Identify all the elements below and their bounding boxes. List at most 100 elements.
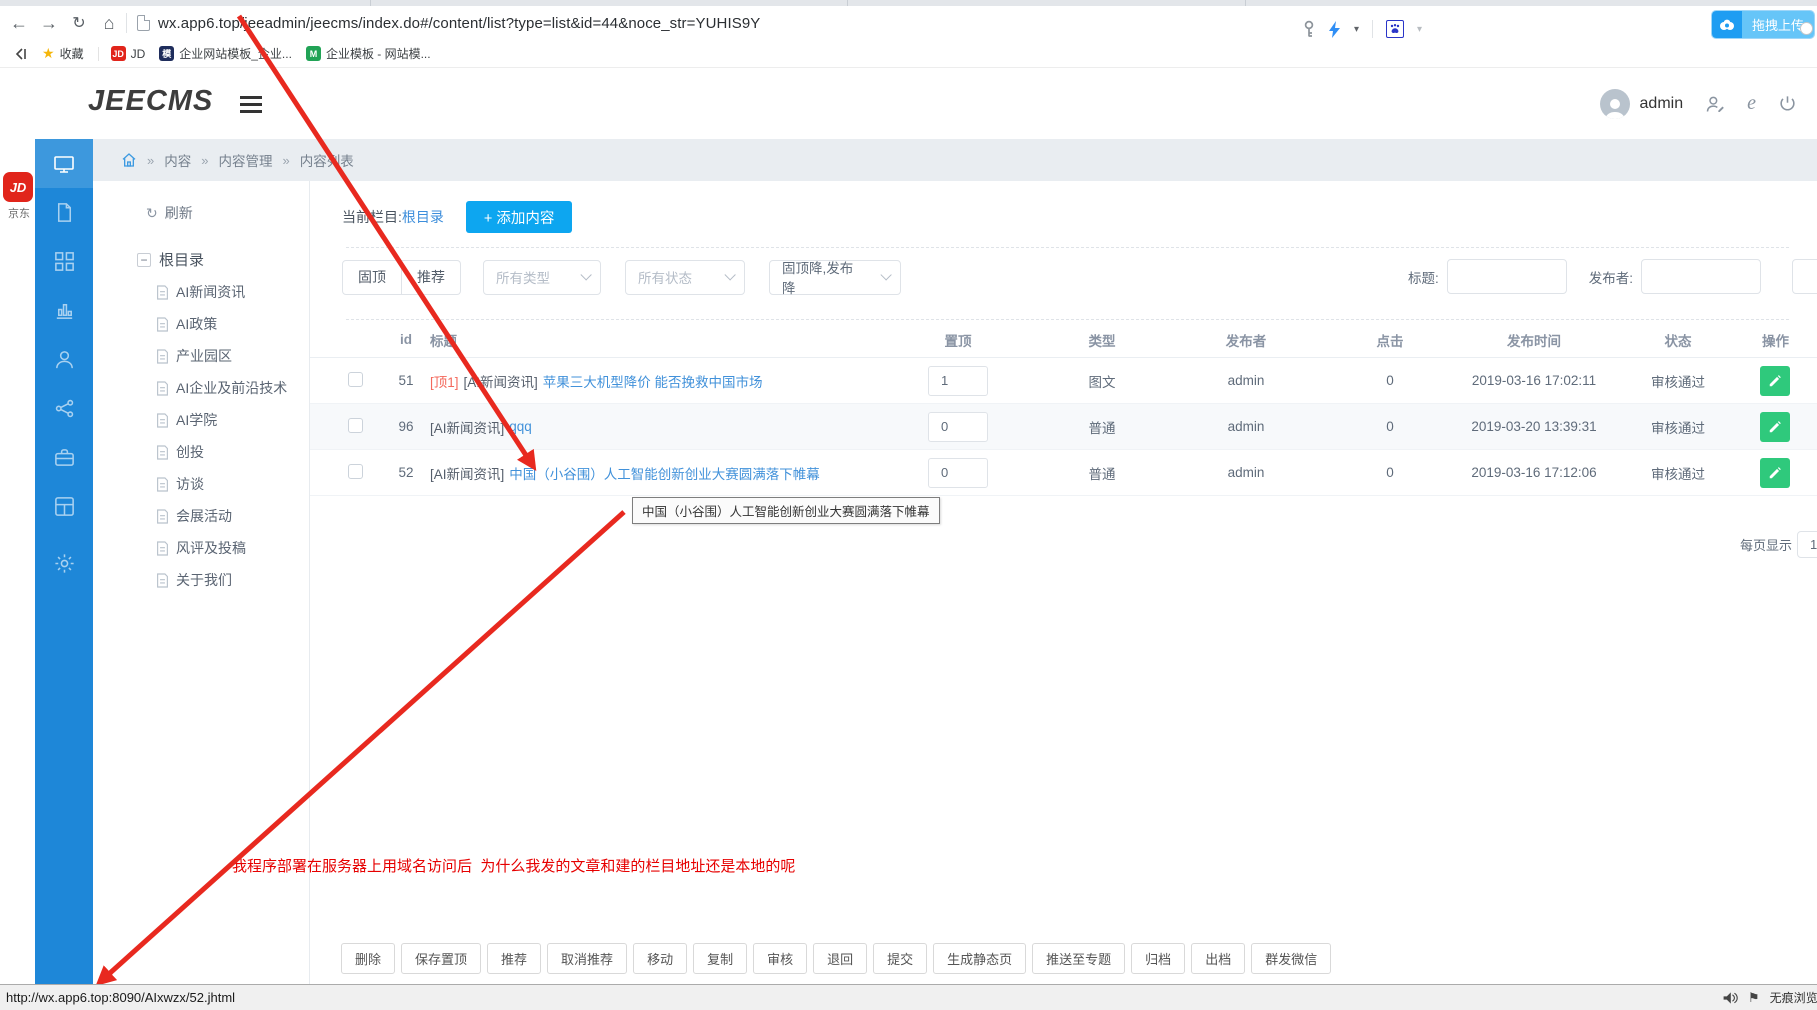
sidebar-item-share[interactable] (35, 384, 93, 433)
save-top-button[interactable]: 保存置顶 (401, 943, 482, 974)
power-icon[interactable] (1778, 94, 1797, 113)
avatar[interactable] (1599, 88, 1630, 119)
copy-button[interactable]: 复制 (693, 943, 748, 974)
audit-button[interactable]: 审核 (753, 943, 808, 974)
content-title-link[interactable]: qqq (509, 419, 532, 434)
edit-button[interactable] (1760, 411, 1790, 442)
browser-e-icon[interactable]: e (1747, 92, 1756, 115)
sidebar-item-users[interactable] (35, 335, 93, 384)
bookmark-template1[interactable]: 模 企业网站模板_企业... (159, 45, 292, 62)
category-tag: [AI新闻资讯] (463, 374, 538, 390)
edit-button[interactable] (1760, 365, 1790, 396)
username-label[interactable]: admin (1640, 95, 1684, 113)
jd-badge: JD (3, 172, 33, 202)
home-icon[interactable] (121, 152, 137, 168)
sidebar-item-templates[interactable] (35, 482, 93, 531)
return-button[interactable]: 退回 (813, 943, 868, 974)
push-topic-button[interactable]: 推送至专题 (1032, 943, 1126, 974)
bookmark-jd[interactable]: JD JD (110, 46, 145, 61)
tree-item-venture[interactable]: 创投 (156, 436, 309, 468)
tree-item-ai-news[interactable]: AI新闻资讯 (156, 276, 309, 308)
collapse-minus-icon[interactable]: − (137, 252, 151, 267)
chevron-down-icon[interactable]: ▾ (1354, 24, 1359, 35)
archive-button[interactable]: 归档 (1131, 943, 1186, 974)
chevron-down-icon[interactable]: ▾ (1417, 24, 1422, 35)
generate-static-button[interactable]: 生成静态页 (933, 943, 1027, 974)
tree-node-root[interactable]: − 根目录 (137, 249, 309, 270)
delete-button[interactable]: 删除 (341, 943, 396, 974)
cancel-recommend-button[interactable]: 取消推荐 (547, 943, 628, 974)
sort-select[interactable]: 固顶降,发布降 (769, 259, 901, 296)
sidebar-item-content[interactable] (35, 188, 93, 237)
user-edit-icon[interactable] (1705, 94, 1725, 114)
tree-item-interview[interactable]: 访谈 (156, 468, 309, 500)
cell-status: 审核通过 (1651, 420, 1705, 436)
refresh-icon[interactable]: ↻ (64, 13, 94, 33)
top-order-input[interactable] (928, 365, 988, 396)
speaker-icon[interactable] (1722, 991, 1738, 1005)
doc-icon (157, 316, 168, 332)
sidebar-item-dashboard[interactable] (35, 139, 93, 188)
bookmark-favorites[interactable]: ★ 收藏 (42, 45, 84, 62)
add-content-button[interactable]: + 添加内容 (465, 201, 573, 233)
back-icon[interactable]: ← (4, 13, 34, 34)
wechat-broadcast-button[interactable]: 群发微信 (1251, 943, 1332, 974)
edit-button[interactable] (1760, 457, 1790, 488)
sidebar-item-statistics[interactable] (35, 286, 93, 335)
sidebar-item-modules[interactable] (35, 237, 93, 286)
unarchive-button[interactable]: 出档 (1191, 943, 1246, 974)
collapse-sidebar-icon[interactable] (14, 47, 28, 61)
bookmark-template2[interactable]: M 企业模板 - 网站模... (305, 45, 431, 62)
address-url[interactable]: wx.app6.top/jeeadmin/jeecms/index.do#/co… (158, 15, 760, 32)
content-title-link[interactable]: 苹果三大机型降价 能否挽救中国市场 (543, 371, 763, 391)
flag-icon[interactable]: ⚑ (1748, 990, 1760, 1006)
title-search-input[interactable] (1446, 259, 1567, 294)
forward-icon[interactable]: → (34, 13, 64, 34)
jd-floating-widget[interactable]: JD 京东 (3, 172, 35, 221)
type-select[interactable]: 所有类型 (483, 259, 601, 295)
status-select[interactable]: 所有状态 (625, 259, 745, 295)
paw-extension-icon[interactable] (1386, 20, 1405, 38)
breadcrumb-item-content-mgmt[interactable]: 内容管理 (218, 150, 272, 170)
publisher-search-input[interactable] (1641, 259, 1762, 294)
tree-item-ai-policy[interactable]: AI政策 (156, 308, 309, 340)
row-checkbox[interactable] (348, 417, 363, 433)
current-category-prefix: 当前栏目: (342, 209, 402, 225)
status-select-value: 所有状态 (638, 271, 692, 286)
tree-item-ai-academy[interactable]: AI学院 (156, 404, 309, 436)
tree-item-label: 关于我们 (176, 572, 232, 588)
browser-status-bar: http://wx.app6.top:8090/AIxwzx/52.jhtml … (0, 984, 1817, 1010)
home-icon[interactable]: ⌂ (94, 13, 124, 34)
tree-item-ai-enterprise[interactable]: AI企业及前沿技术 (156, 372, 309, 404)
key-icon[interactable] (1302, 20, 1316, 38)
col-title: 标题 (430, 333, 457, 349)
tree-item-industry-park[interactable]: 产业园区 (156, 340, 309, 372)
sidebar-item-toolbox[interactable] (35, 433, 93, 482)
document-icon (57, 203, 71, 222)
lightning-icon[interactable] (1329, 20, 1341, 38)
menu-toggle-icon[interactable] (240, 96, 262, 117)
top-order-input[interactable] (928, 457, 988, 488)
tree-item-review[interactable]: 风评及投稿 (156, 532, 309, 564)
tree-item-exhibition[interactable]: 会展活动 (156, 500, 309, 532)
per-page-input[interactable] (1797, 531, 1817, 558)
recommend-button[interactable]: 推荐 (487, 943, 542, 974)
row-checkbox[interactable] (348, 371, 363, 387)
search-fields: 标题: 发布者: (1408, 259, 1762, 294)
content-title-link[interactable]: 中国（小谷围）人工智能创新创业大赛圆满落下帷幕 (509, 463, 820, 483)
tree-item-about-us[interactable]: 关于我们 (156, 564, 309, 596)
tree-refresh-button[interactable]: ↻ 刷新 (139, 203, 309, 223)
table-row: 96 [AI新闻资讯] qqq 普通 admin 0 2019-03-20 13… (310, 404, 1817, 450)
filter-pin-button[interactable]: 固顶 (342, 259, 402, 295)
current-category-link[interactable]: 根目录 (402, 209, 444, 225)
top-order-input[interactable] (928, 411, 988, 442)
filter-recommend-button[interactable]: 推荐 (402, 259, 461, 295)
sidebar-item-settings[interactable] (35, 539, 93, 588)
submit-button[interactable]: 提交 (873, 943, 928, 974)
row-checkbox[interactable] (348, 463, 363, 479)
breadcrumb-item-content-list[interactable]: 内容列表 (300, 150, 354, 170)
search-button[interactable] (1792, 259, 1817, 294)
move-button[interactable]: 移动 (633, 943, 688, 974)
breadcrumb-item-content[interactable]: 内容 (164, 150, 191, 170)
drag-upload-button[interactable]: 拖拽上传 (1712, 11, 1815, 38)
